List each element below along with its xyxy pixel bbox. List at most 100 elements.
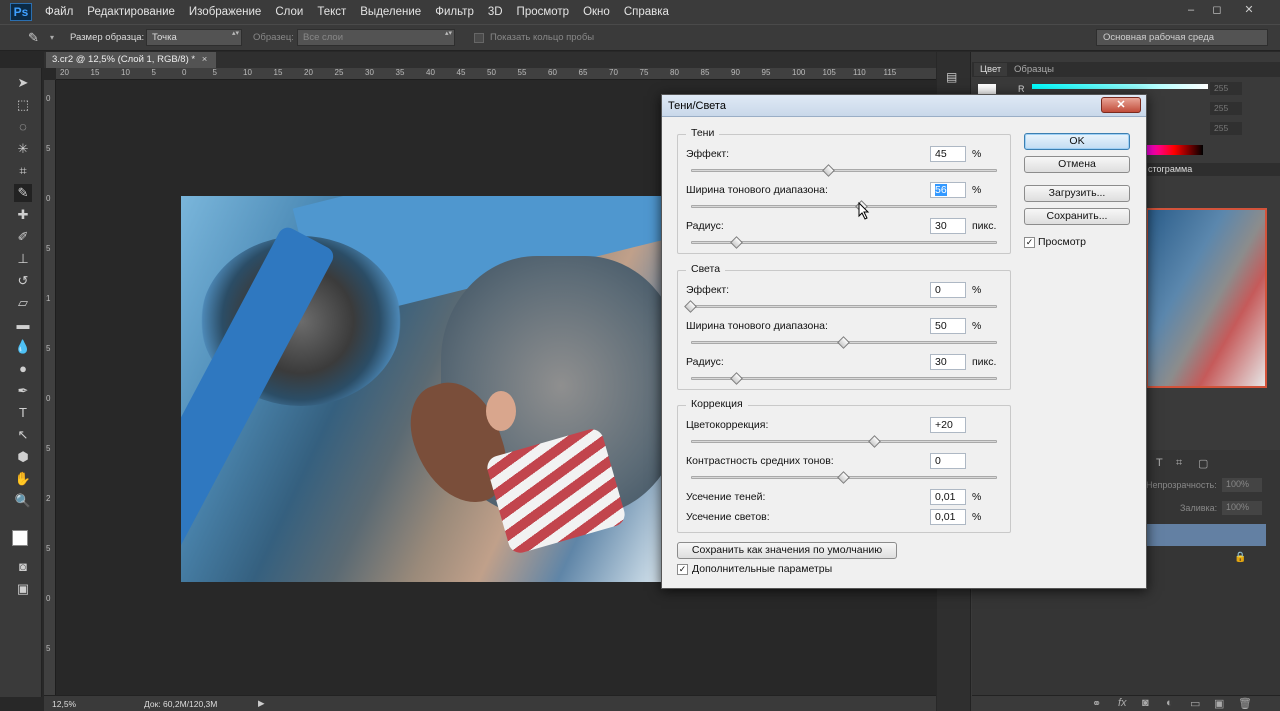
link-layers-icon[interactable]: ⚭	[1092, 697, 1101, 710]
brush-tool-icon[interactable]: ✐	[14, 228, 32, 246]
shadows-width-slider[interactable]	[691, 205, 997, 208]
minimize-icon[interactable]: ‒	[1178, 2, 1204, 18]
g-value-field[interactable]: 255	[1210, 102, 1242, 115]
shadows-effect-slider[interactable]	[691, 169, 997, 172]
highlights-effect-field[interactable]: 0	[930, 282, 966, 298]
smart-filter-icon[interactable]: ▢	[1198, 457, 1208, 470]
fill-field[interactable]: 100%	[1222, 501, 1262, 515]
eyedropper-icon[interactable]: ✎	[28, 30, 39, 46]
b-value-field[interactable]: 255	[1210, 122, 1242, 135]
dialog-title-bar[interactable]: Тени/Света	[662, 95, 1146, 117]
dialog-close-icon[interactable]: ✕	[1101, 97, 1141, 113]
menu-select[interactable]: Выделение	[353, 0, 428, 24]
close-icon[interactable]: ✕	[1236, 2, 1262, 18]
navigator-thumbnail[interactable]	[1146, 208, 1267, 388]
new-layer-icon[interactable]: ▣	[1214, 697, 1224, 710]
menu-filter[interactable]: Фильтр	[428, 0, 481, 24]
selected-layer-row[interactable]	[1146, 524, 1266, 546]
path-selection-tool-icon[interactable]: ↖	[14, 426, 32, 444]
menu-file[interactable]: Файл	[38, 0, 80, 24]
restore-icon[interactable]: ◻	[1204, 2, 1230, 18]
zoom-level[interactable]: 12,5%	[52, 699, 76, 709]
workspace-select[interactable]: Основная рабочая среда	[1096, 29, 1268, 46]
blur-tool-icon[interactable]: 💧	[14, 338, 32, 356]
fx-icon[interactable]: fx	[1118, 697, 1127, 709]
more-options-checkbox[interactable]: ✓	[677, 564, 688, 575]
add-mask-icon[interactable]: ◙	[1142, 697, 1149, 709]
clip-shadows-field[interactable]: 0,01	[930, 489, 966, 505]
color-correction-slider[interactable]	[691, 440, 997, 443]
load-button[interactable]: Загрузить...	[1024, 185, 1130, 202]
highlights-effect-slider-thumb[interactable]	[684, 300, 697, 313]
color-correction-field[interactable]: +20	[930, 417, 966, 433]
midtone-contrast-field[interactable]: 0	[930, 453, 966, 469]
magic-wand-tool-icon[interactable]: ✳	[14, 140, 32, 158]
color-correction-slider-thumb[interactable]	[867, 435, 881, 448]
status-menu-arrow-icon[interactable]: ▶	[258, 698, 265, 709]
menu-view[interactable]: Просмотр	[510, 0, 577, 24]
lasso-tool-icon[interactable]: ◌	[14, 118, 32, 136]
menu-type[interactable]: Текст	[310, 0, 353, 24]
pen-tool-icon[interactable]: ✒	[14, 382, 32, 400]
highlights-radius-slider-thumb[interactable]	[730, 372, 743, 385]
healing-brush-tool-icon[interactable]: ✚	[14, 206, 32, 224]
type-tool-icon[interactable]: T	[14, 404, 32, 422]
menu-help[interactable]: Справка	[617, 0, 676, 24]
save-as-defaults-button[interactable]: Сохранить как значения по умолчанию	[677, 542, 897, 559]
foreground-color-swatch[interactable]	[12, 530, 28, 546]
adjustment-layer-icon[interactable]: ◐	[1166, 697, 1173, 709]
color-spectrum-bar[interactable]	[1145, 145, 1203, 155]
delete-layer-icon[interactable]: 🗑	[1238, 697, 1252, 710]
menu-window[interactable]: Окно	[576, 0, 617, 24]
screen-mode-icon[interactable]: ▣	[14, 580, 32, 598]
r-value-field[interactable]: 255	[1210, 82, 1242, 95]
dodge-tool-icon[interactable]: ●	[14, 360, 32, 378]
menu-3d[interactable]: 3D	[481, 0, 510, 24]
show-ring-checkbox[interactable]	[474, 33, 484, 43]
hand-tool-icon[interactable]: ✋	[14, 470, 32, 488]
tab-close-icon[interactable]: ×	[202, 54, 208, 65]
chevron-down-icon[interactable]: ▾	[50, 33, 54, 42]
highlights-width-field[interactable]: 50	[930, 318, 966, 334]
shadows-effect-slider-thumb[interactable]	[821, 164, 835, 177]
shadows-radius-field[interactable]: 30	[930, 218, 966, 234]
move-tool-icon[interactable]: ➤	[14, 74, 32, 92]
history-panel-icon[interactable]: ▤	[946, 70, 957, 84]
shadows-width-field[interactable]: 56	[930, 182, 966, 198]
new-group-icon[interactable]: ▭	[1190, 697, 1200, 710]
menu-image[interactable]: Изображение	[182, 0, 268, 24]
document-tab[interactable]: 3.cr2 @ 12,5% (Слой 1, RGB/8) * ×	[46, 52, 216, 68]
ok-button[interactable]: OK	[1024, 133, 1130, 150]
history-brush-tool-icon[interactable]: ↺	[14, 272, 32, 290]
preview-checkbox[interactable]: ✓	[1024, 237, 1035, 248]
shadows-effect-field[interactable]: 45	[930, 146, 966, 162]
marquee-tool-icon[interactable]: ⬚	[14, 96, 32, 114]
zoom-tool-icon[interactable]: 🔍	[14, 492, 32, 510]
crop-tool-icon[interactable]: ⌗	[14, 162, 32, 180]
clip-highlights-field[interactable]: 0,01	[930, 509, 966, 525]
save-button[interactable]: Сохранить...	[1024, 208, 1130, 225]
highlights-width-slider-thumb[interactable]	[837, 336, 850, 349]
opacity-field[interactable]: 100%	[1222, 478, 1262, 492]
sample-size-select[interactable]: Точка	[146, 29, 242, 46]
tab-color[interactable]: Цвет	[974, 63, 1008, 76]
highlights-radius-field[interactable]: 30	[930, 354, 966, 370]
gradient-tool-icon[interactable]: ▬	[14, 316, 32, 334]
sample-select[interactable]: Все слои	[297, 29, 455, 46]
type-filter-icon[interactable]: T	[1156, 457, 1163, 469]
highlights-effect-slider[interactable]	[691, 305, 997, 308]
quick-mask-icon[interactable]: ◙	[14, 558, 32, 576]
tab-histogram[interactable]: стограмма	[1144, 163, 1280, 176]
shadows-radius-slider-thumb[interactable]	[730, 236, 743, 249]
r-slider-track[interactable]	[1032, 84, 1208, 89]
document-image[interactable]	[181, 196, 663, 582]
eyedropper-tool-icon[interactable]: ✎	[14, 184, 32, 202]
cancel-button[interactable]: Отмена	[1024, 156, 1130, 173]
tab-swatches[interactable]: Образцы	[1008, 63, 1060, 76]
midtone-contrast-slider-thumb[interactable]	[837, 471, 850, 484]
clone-stamp-tool-icon[interactable]: ⊥	[14, 250, 32, 268]
eraser-tool-icon[interactable]: ▱	[14, 294, 32, 312]
menu-layers[interactable]: Слои	[268, 0, 310, 24]
menu-edit[interactable]: Редактирование	[80, 0, 182, 24]
shape-tool-icon[interactable]: ⬢	[14, 448, 32, 466]
